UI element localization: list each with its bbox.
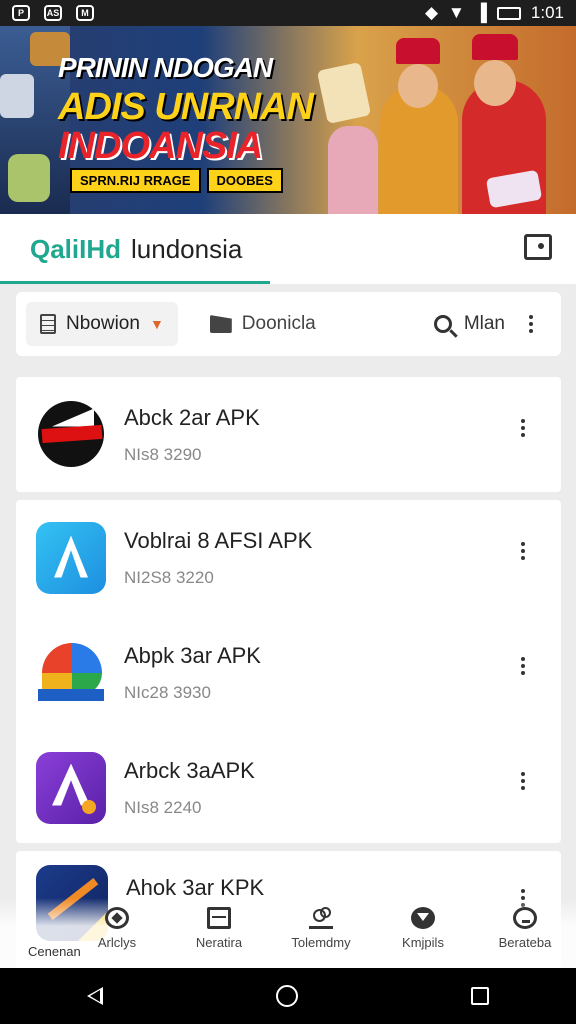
banner-strip-text: SPRN.RIJ RRAGE (70, 168, 201, 193)
child-illustration (328, 126, 378, 214)
document-icon (40, 314, 56, 334)
nav-label: Berateba (498, 935, 552, 950)
banner-strip-badge: DOOBES (206, 168, 283, 193)
man-head-2 (474, 60, 516, 106)
coupon-illustration (316, 62, 372, 124)
app-title: Abck 2ar APK (124, 404, 260, 430)
category-dropdown[interactable]: Nbowion ▼ (26, 302, 178, 346)
nav-label: Kmjpils (402, 935, 444, 950)
man-hat (396, 38, 440, 64)
people-icon (309, 907, 333, 929)
nav-label: Tolemdmy (291, 935, 351, 950)
folder-icon (209, 315, 232, 333)
more-options-icon[interactable] (511, 657, 535, 675)
app-title: Voblrai 8 AFSI APK (124, 527, 313, 553)
banner-headline: PRININ NDOGAN ADIS UNRNAN INDOANSIA (58, 52, 314, 168)
brand-name-text: lundonsia (131, 234, 243, 264)
promo-banner[interactable]: PRININ NDOGAN ADIS UNRNAN INDOANSIA SPRN… (0, 26, 576, 214)
nav-item-cenenan[interactable]: Cenenan (28, 944, 81, 959)
multicolor-logo-icon (36, 636, 106, 709)
chevron-down-icon: ▼ (149, 316, 164, 332)
nav-item-tolemdmy[interactable]: Tolemdmy (273, 907, 369, 950)
search-label: Mlan (463, 313, 505, 334)
recents-icon[interactable] (471, 987, 490, 1005)
banner-strip: SPRN.RIJ RRAGE DOOBES (70, 168, 283, 193)
download-filter-label: Doonicla (241, 313, 316, 334)
bottom-navigation: Arlclys Neratira Tolemdmy Kmjpils Berate… (0, 898, 576, 968)
box-icon (207, 907, 231, 929)
search-icon (433, 315, 452, 333)
app-title: Arbck 3aAPK (124, 757, 255, 783)
nav-item-arlclys[interactable]: Arlclys (69, 907, 165, 950)
wifi-icon: ▼ (448, 3, 465, 22)
nav-item-kmjpils[interactable]: Kmjpils (375, 907, 471, 950)
status-time: 1:01 (530, 3, 564, 22)
brand-title[interactable]: QaliIHd lundonsia (30, 234, 242, 265)
banner-line-2: ADIS UNRNAN (58, 86, 314, 128)
category-dropdown-label: Nbowion (66, 313, 140, 334)
app-list-item[interactable]: Voblrai 8 AFSI APK NI2S8 3220 (16, 500, 561, 615)
search-button[interactable]: Mlan (433, 313, 505, 335)
app-version: NIc28 3930 (124, 682, 211, 702)
app-list-item[interactable]: Abpk 3ar APK NIc28 3930 (16, 615, 561, 730)
download-filter[interactable]: Doonicla (196, 302, 330, 346)
app-screen: P AS M ◆ ▼ ▐ 1:01 PRININ NDOGAN ADIS UNR… (0, 0, 576, 1024)
nav-label: Neratira (195, 935, 243, 950)
app-version: NIs8 3290 (124, 444, 202, 464)
message-icon[interactable] (524, 234, 552, 260)
man-head (398, 64, 438, 108)
notification-icon: P (12, 5, 30, 21)
app-list-item[interactable]: Arbck 3aAPK NIs8 2240 (16, 730, 561, 845)
system-navigation-bar (0, 968, 576, 1024)
app-list-item[interactable]: Abck 2ar APK NIs8 3290 (16, 377, 561, 492)
compass-icon (105, 907, 129, 929)
notification-icon: AS (44, 5, 62, 21)
more-options-icon[interactable] (511, 772, 535, 790)
app-version: NI2S8 3220 (124, 567, 214, 587)
notification-icon: M (76, 5, 94, 21)
status-left-icons: P AS M (12, 5, 94, 21)
device-illustration (0, 74, 34, 118)
more-options-icon[interactable] (511, 542, 535, 560)
more-options-icon[interactable] (511, 419, 535, 437)
app-card: Abck 2ar APK NIs8 3290 (16, 377, 561, 492)
nav-label: Arlclys (97, 935, 137, 950)
app-version: NIs8 2240 (124, 797, 202, 817)
app-header: QaliIHd lundonsia (0, 214, 576, 284)
cup-illustration (8, 154, 50, 202)
app-title: Abpk 3ar APK (124, 642, 261, 668)
home-icon[interactable] (275, 985, 298, 1007)
banner-line-3: INDOANSIA (58, 125, 263, 167)
filter-more-icon[interactable] (519, 315, 543, 333)
nav-item-berateba[interactable]: Berateba (477, 907, 573, 950)
signal-icon: ▐ (474, 3, 487, 22)
shield-icon (411, 907, 435, 929)
man-hat-2 (472, 34, 518, 60)
bubble-icon (513, 907, 537, 929)
nav-item-neratira[interactable]: Neratira (171, 907, 267, 950)
purple-a-logo-icon (36, 751, 106, 824)
status-bar: P AS M ◆ ▼ ▐ 1:01 (0, 0, 576, 26)
filter-bar: Nbowion ▼ Doonicla Mlan (16, 292, 561, 356)
red-swoosh-logo-icon (36, 398, 106, 471)
blue-a-logo-icon (36, 521, 106, 594)
battery-icon (496, 6, 521, 20)
back-icon[interactable] (86, 987, 103, 1005)
app-card: Voblrai 8 AFSI APK NI2S8 3220 Abpk 3ar A… (16, 500, 561, 843)
status-right: ◆ ▼ ▐ 1:01 (425, 3, 564, 23)
active-tab-indicator (0, 281, 270, 284)
banner-line-1: PRININ NDOGAN (58, 52, 273, 83)
shield-icon: ◆ (424, 3, 439, 22)
brand-accent-text: QaliIHd (30, 234, 122, 264)
